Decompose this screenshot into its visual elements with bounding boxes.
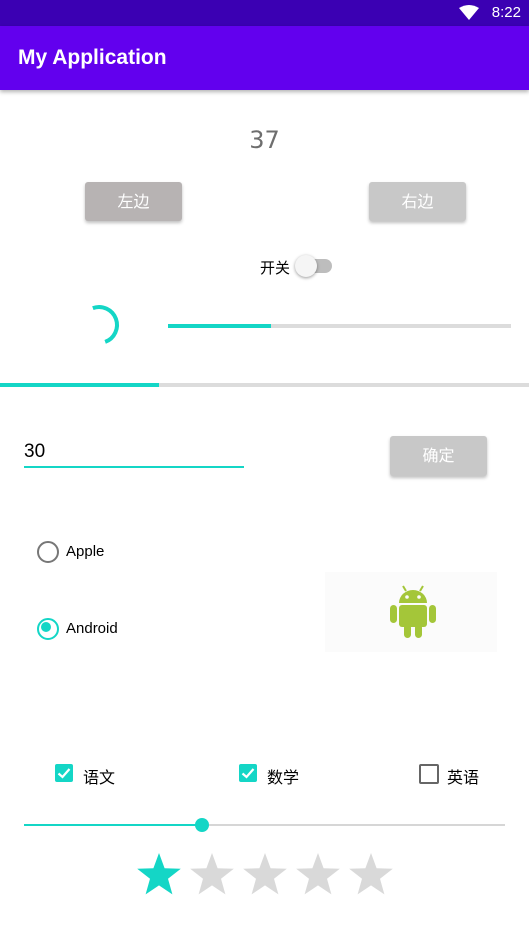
- check-icon: [57, 768, 71, 779]
- radio-apple-label: Apple: [66, 543, 105, 560]
- horizontal-progress-fill: [168, 324, 271, 328]
- progress-spinner: [92, 305, 119, 344]
- star-icon[interactable]: [135, 851, 183, 899]
- checkbox-english[interactable]: [419, 764, 439, 784]
- counter-text: 37: [249, 126, 280, 154]
- radio-android[interactable]: [37, 618, 59, 640]
- confirm-button[interactable]: 确定: [390, 436, 487, 476]
- android-image: [325, 572, 497, 652]
- full-width-progress-bar: [0, 383, 529, 387]
- checkbox-english-label: 英语: [447, 768, 480, 787]
- radio-android-label: Android: [66, 620, 118, 637]
- seekbar-thumb[interactable]: [195, 818, 209, 832]
- number-input[interactable]: 30: [24, 441, 45, 463]
- star-icon[interactable]: [241, 851, 289, 899]
- input-underline: [24, 466, 244, 468]
- horizontal-progress-bar: [168, 324, 511, 328]
- radio-checked-dot: [41, 622, 51, 632]
- left-button[interactable]: 左边: [85, 182, 182, 221]
- star-icon[interactable]: [188, 851, 236, 899]
- full-width-progress-fill: [0, 383, 159, 387]
- status-time: 8:22: [491, 4, 521, 21]
- star-icon[interactable]: [347, 851, 395, 899]
- app-bar: My Application: [0, 26, 529, 90]
- status-bar: 8:22: [0, 0, 529, 26]
- radio-apple[interactable]: [37, 541, 59, 563]
- app-title: My Application: [18, 46, 167, 69]
- star-icon[interactable]: [294, 851, 342, 899]
- checkbox-math[interactable]: [239, 764, 257, 782]
- switch-label: 开关: [260, 259, 291, 277]
- seekbar-progress: [24, 824, 202, 826]
- right-button[interactable]: 右边: [369, 182, 466, 221]
- check-icon: [241, 768, 255, 779]
- wifi-icon: [459, 5, 479, 20]
- checkbox-chinese[interactable]: [55, 764, 73, 782]
- switch-thumb[interactable]: [295, 255, 317, 277]
- android-robot-icon: [390, 585, 436, 638]
- checkbox-chinese-label: 语文: [83, 768, 116, 787]
- checkbox-math-label: 数学: [267, 768, 300, 787]
